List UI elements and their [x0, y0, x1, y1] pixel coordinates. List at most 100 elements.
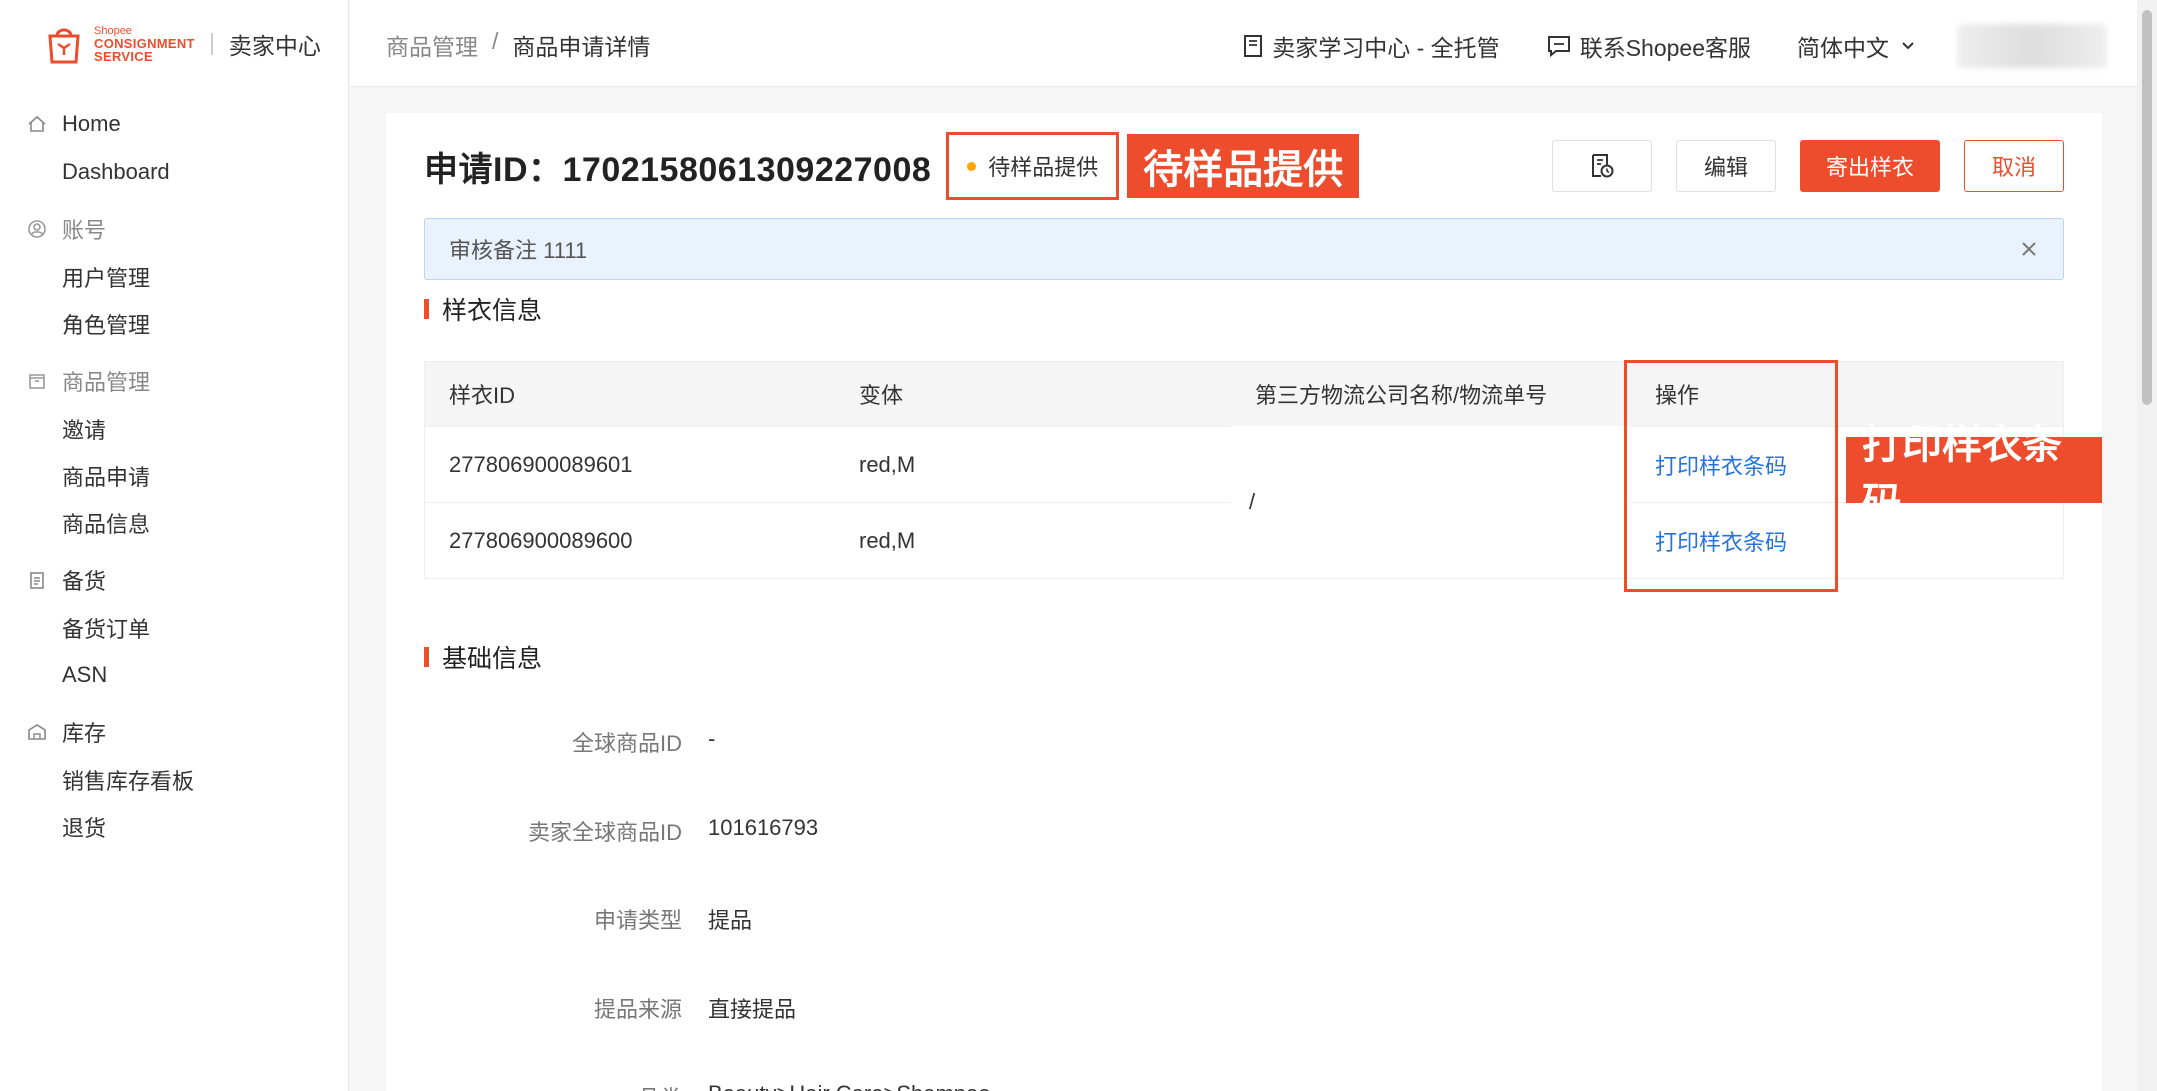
- sidebar-item-user-management[interactable]: 用户管理: [0, 253, 349, 300]
- nav-group-products: 商品管理 邀请 商品申请 商品信息: [0, 357, 349, 546]
- clipboard-icon: [26, 569, 48, 591]
- brand-wordmark: Shopee CONSIGNMENT SERVICE: [94, 24, 195, 64]
- info-label: 申请类型: [593, 908, 682, 933]
- info-row-source: 提品来源 直接提品: [386, 992, 1386, 1024]
- info-value: 101616793: [708, 815, 819, 840]
- breadcrumb-current: 商品申请详情: [512, 34, 651, 60]
- status-label: 待样品提供: [988, 155, 1099, 180]
- section-marker: [424, 299, 429, 319]
- contact-support-label: 联系Shopee客服: [1579, 35, 1751, 61]
- sidebar-nav: Home Dashboard 账号 用户管理 角色管理 商品管理 邀请 商品申请…: [0, 100, 349, 860]
- breadcrumb-parent[interactable]: 商品管理: [386, 28, 478, 62]
- language-label: 简体中文: [1797, 35, 1889, 61]
- nav-head-label: Home: [62, 111, 121, 136]
- info-row-global-product-id: 全球商品ID -: [386, 726, 1386, 758]
- action-column-highlight: [1624, 360, 1838, 592]
- section-marker: [424, 647, 429, 667]
- info-value: 提品: [708, 908, 753, 933]
- learning-center-label: 卖家学习中心 - 全托管: [1272, 35, 1500, 61]
- nav-group-inventory: 库存 销售库存看板 退货: [0, 708, 349, 850]
- learning-center-link[interactable]: 卖家学习中心 - 全托管: [1242, 29, 1500, 63]
- info-value: 直接提品: [708, 997, 797, 1022]
- nav-group-stocking: 备货 备货订单 ASN: [0, 556, 349, 698]
- page-title: 申请ID：1702158061309227008: [424, 150, 932, 189]
- action-buttons: 编辑 寄出样衣 取消: [1552, 140, 2064, 192]
- nav-group-account: 账号 用户管理 角色管理: [0, 205, 349, 347]
- sidebar-item-role-management[interactable]: 角色管理: [0, 300, 349, 347]
- header-actions: 卖家学习中心 - 全托管 联系Shopee客服 简体中文: [1242, 24, 2137, 68]
- close-icon[interactable]: [2017, 237, 2041, 261]
- title-row: 申请ID：1702158061309227008 待样品提供 待样品提供: [424, 132, 1360, 200]
- brand-divider: [210, 33, 213, 55]
- breadcrumb: 商品管理 / 商品申请详情: [386, 28, 650, 62]
- sidebar-item-returns[interactable]: 退货: [0, 803, 349, 850]
- chat-icon: [1547, 36, 1570, 58]
- sample-id-cell: 277806900089600: [449, 527, 633, 553]
- user-circle-icon: [26, 218, 48, 240]
- top-header: 商品管理 / 商品申请详情 卖家学习中心 - 全托管 联系Shopee客服 简体…: [350, 0, 2137, 87]
- nav-head-account[interactable]: 账号: [0, 205, 349, 253]
- sidebar-item-dashboard[interactable]: Dashboard: [0, 148, 349, 195]
- info-label: 全球商品ID: [571, 731, 682, 756]
- info-row-seller-global-product-id: 卖家全球商品ID 101616793: [386, 815, 1386, 847]
- warehouse-icon: [26, 721, 48, 743]
- brand[interactable]: Shopee CONSIGNMENT SERVICE 卖家中心: [44, 20, 321, 68]
- sidebar-item-invite[interactable]: 邀请: [0, 405, 349, 452]
- column-header-variant: 变体: [859, 383, 904, 408]
- status-badge: 待样品提供: [946, 132, 1120, 200]
- language-selector[interactable]: 简体中文: [1797, 29, 1915, 63]
- nav-head-inventory[interactable]: 库存: [0, 708, 349, 756]
- logistics-cell: /: [1231, 426, 1631, 578]
- cancel-button[interactable]: 取消: [1964, 140, 2064, 192]
- sample-section-title: 样衣信息: [424, 291, 542, 327]
- nav-group-home: Home Dashboard: [0, 100, 349, 195]
- action-callout: 打印样衣条码: [1846, 423, 2102, 525]
- info-label: 品类: [386, 1081, 682, 1091]
- variant-cell: red,M: [859, 527, 916, 553]
- info-row-category: 品类 Beauty>Hair Care>Shampoo: [386, 1081, 1386, 1091]
- info-label: 提品来源: [593, 997, 682, 1022]
- sidebar-item-asn[interactable]: ASN: [0, 651, 349, 698]
- nav-head-label: 备货: [62, 569, 107, 594]
- info-label: 卖家全球商品ID: [527, 820, 682, 845]
- home-icon: [26, 113, 48, 135]
- sidebar-item-sales-inventory-board[interactable]: 销售库存看板: [0, 756, 349, 803]
- column-header-logistics: 第三方物流公司名称/物流单号: [1255, 383, 1548, 408]
- sidebar-item-product-info[interactable]: 商品信息: [0, 499, 349, 546]
- info-value: Beauty>Hair Care>Shampoo: [708, 1081, 991, 1091]
- status-callout: 待样品提供: [1127, 134, 1360, 198]
- breadcrumb-separator: /: [492, 28, 499, 54]
- variant-cell: red,M: [859, 451, 916, 477]
- basic-section-label: 基础信息: [442, 645, 543, 673]
- edit-button[interactable]: 编辑: [1676, 140, 1776, 192]
- nav-head-stocking[interactable]: 备货: [0, 556, 349, 604]
- nav-head-products[interactable]: 商品管理: [0, 357, 349, 405]
- column-header-sample-id: 样衣ID: [449, 383, 516, 408]
- chevron-down-icon: [1902, 42, 1914, 50]
- nav-head-label: 商品管理: [62, 370, 151, 395]
- detail-card: 申请ID：1702158061309227008 待样品提供 待样品提供 编辑 …: [386, 113, 2102, 1091]
- shopee-bag-icon: [44, 22, 84, 66]
- info-row-application-type: 申请类型 提品: [386, 903, 1386, 935]
- info-value: -: [708, 726, 716, 751]
- nav-head-label: 账号: [62, 218, 107, 243]
- sidebar-item-stocking-orders[interactable]: 备货订单: [0, 604, 349, 651]
- brand-title: 卖家中心: [228, 33, 321, 59]
- sidebar: Shopee CONSIGNMENT SERVICE 卖家中心 Home Das…: [0, 0, 349, 1091]
- sidebar-item-product-application[interactable]: 商品申请: [0, 452, 349, 499]
- box-icon: [26, 370, 48, 392]
- sample-section-label: 样衣信息: [442, 297, 543, 325]
- ship-sample-button[interactable]: 寄出样衣: [1800, 140, 1940, 192]
- sample-id-cell: 277806900089601: [449, 451, 633, 477]
- history-log-button[interactable]: [1552, 140, 1652, 192]
- nav-head-home[interactable]: Home: [0, 100, 349, 148]
- scrollbar-thumb[interactable]: [2142, 10, 2152, 405]
- book-icon: [1244, 35, 1263, 57]
- page-scrollbar[interactable]: [2137, 0, 2157, 1091]
- contact-support-link[interactable]: 联系Shopee客服: [1546, 29, 1751, 63]
- document-clock-icon: [1592, 154, 1614, 178]
- status-dot: [967, 161, 977, 171]
- user-account-menu[interactable]: [1957, 24, 2107, 68]
- review-notice-text: 审核备注 1111: [449, 238, 588, 263]
- nav-head-label: 库存: [62, 721, 107, 746]
